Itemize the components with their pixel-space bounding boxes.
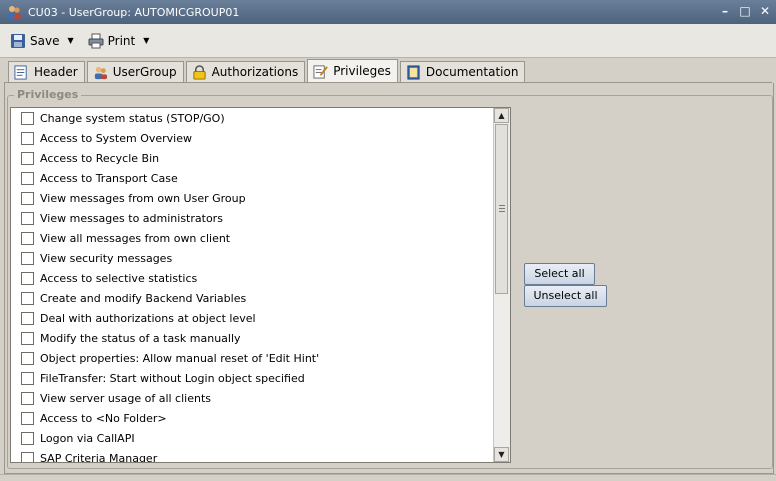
list-item[interactable]: Object properties: Allow manual reset of…	[11, 348, 495, 368]
list-item[interactable]: Modify the status of a task manually	[11, 328, 495, 348]
list-item[interactable]: Change system status (STOP/GO)	[11, 108, 495, 128]
list-item[interactable]: Create and modify Backend Variables	[11, 288, 495, 308]
print-dropdown-arrow-icon[interactable]: ▼	[143, 36, 149, 45]
privilege-label: Create and modify Backend Variables	[40, 291, 247, 305]
tab-documentation[interactable]: Documentation	[399, 61, 526, 82]
checkbox[interactable]	[21, 451, 34, 462]
list-item[interactable]: SAP Criteria Manager	[11, 448, 495, 463]
checkbox[interactable]	[21, 111, 34, 125]
tab-usergroup[interactable]: UserGroup	[86, 61, 184, 82]
checkbox[interactable]	[21, 211, 34, 225]
privilege-label: Access to Recycle Bin	[40, 151, 160, 165]
privilege-label: Access to System Overview	[40, 131, 192, 145]
toolbar: Save ▼ Print ▼	[0, 24, 776, 58]
list-item[interactable]: Access to selective statistics	[11, 268, 495, 288]
checkbox[interactable]	[21, 311, 34, 325]
privilege-label: View messages to administrators	[40, 211, 223, 225]
checkbox[interactable]	[21, 371, 34, 385]
list-item[interactable]: FileTransfer: Start without Login object…	[11, 368, 495, 388]
list-item[interactable]: View messages to administrators	[11, 208, 495, 228]
save-label: Save	[30, 33, 60, 48]
list-item[interactable]: Access to System Overview	[11, 128, 495, 148]
tab-documentation-label: Documentation	[425, 65, 519, 79]
scrollbar-thumb[interactable]	[495, 124, 508, 294]
tab-usergroup-label: UserGroup	[112, 65, 177, 79]
privileges-icon	[313, 64, 329, 79]
privilege-label: Deal with authorizations at object level	[40, 311, 256, 325]
list-scrollbar[interactable]: ▲ ▼	[493, 108, 510, 462]
tab-strip: Header UserGroup Authorizations Privileg…	[8, 59, 527, 82]
privilege-label: Object properties: Allow manual reset of…	[40, 351, 320, 365]
checkbox[interactable]	[21, 291, 34, 305]
tab-privileges-label: Privileges	[333, 64, 391, 78]
privilege-label: View messages from own User Group	[40, 191, 246, 205]
privilege-label: Access to Transport Case	[40, 171, 178, 185]
list-item[interactable]: View security messages	[11, 248, 495, 268]
privilege-label: FileTransfer: Start without Login object…	[40, 371, 305, 385]
list-item[interactable]: Deal with authorizations at object level	[11, 308, 495, 328]
checkbox[interactable]	[21, 151, 34, 165]
tab-authorizations-label: Authorizations	[211, 65, 299, 79]
print-button[interactable]: Print ▼	[84, 30, 154, 52]
window-title: CU03 - UserGroup: AUTOMICGROUP01	[28, 5, 240, 19]
privilege-label: Access to selective statistics	[40, 271, 198, 285]
header-icon	[14, 64, 27, 80]
checkbox[interactable]	[21, 431, 34, 445]
maximize-icon[interactable]: □	[738, 4, 752, 18]
checkbox[interactable]	[21, 131, 34, 145]
tab-header[interactable]: Header	[8, 61, 85, 82]
save-dropdown-arrow-icon[interactable]: ▼	[67, 36, 73, 45]
unselect-all-button[interactable]: Unselect all	[524, 285, 607, 307]
privilege-label: Change system status (STOP/GO)	[40, 111, 225, 125]
usergroup-app-icon	[8, 6, 21, 19]
checkbox[interactable]	[21, 331, 34, 345]
scroll-up-arrow-icon[interactable]: ▲	[494, 108, 509, 123]
checkbox[interactable]	[21, 411, 34, 425]
tab-privileges[interactable]: Privileges	[307, 59, 398, 82]
floppy-disk-icon	[11, 33, 25, 48]
print-label: Print	[107, 33, 136, 48]
checkbox[interactable]	[21, 391, 34, 405]
list-item[interactable]: View server usage of all clients	[11, 388, 495, 408]
privilege-label: View all messages from own client	[40, 231, 231, 245]
checkbox[interactable]	[21, 271, 34, 285]
privilege-label: SAP Criteria Manager	[40, 451, 158, 463]
checkbox[interactable]	[21, 231, 34, 245]
checkbox[interactable]	[21, 171, 34, 185]
checkbox[interactable]	[21, 351, 34, 365]
save-button[interactable]: Save ▼	[6, 30, 78, 52]
grip-icon	[499, 205, 505, 214]
list-item[interactable]: Access to Recycle Bin	[11, 148, 495, 168]
privilege-label: Modify the status of a task manually	[40, 331, 241, 345]
list-item[interactable]: Access to Transport Case	[11, 168, 495, 188]
list-item[interactable]: View all messages from own client	[11, 228, 495, 248]
privilege-label: View security messages	[40, 251, 173, 265]
privilege-label: Logon via CallAPI	[40, 431, 135, 445]
list-item[interactable]: View messages from own User Group	[11, 188, 495, 208]
list-item[interactable]: Access to <No Folder>	[11, 408, 495, 428]
title-bar: CU03 - UserGroup: AUTOMICGROUP01 – □ ✕	[0, 0, 776, 24]
list-item[interactable]: Logon via CallAPI	[11, 428, 495, 448]
minimize-icon[interactable]: –	[718, 4, 732, 18]
printer-icon	[88, 33, 104, 48]
checkbox[interactable]	[21, 191, 34, 205]
tab-authorizations[interactable]: Authorizations	[185, 61, 306, 82]
usergroup-icon	[94, 66, 107, 79]
privilege-label: Access to <No Folder>	[40, 411, 167, 425]
lock-icon	[193, 64, 206, 80]
select-all-button[interactable]: Select all	[524, 263, 595, 285]
privileges-list[interactable]: Change system status (STOP/GO) Access to…	[10, 107, 511, 463]
privileges-group-label: Privileges	[14, 88, 82, 101]
tab-header-label: Header	[34, 65, 78, 79]
privilege-label: View server usage of all clients	[40, 391, 211, 405]
book-icon	[407, 64, 420, 80]
scroll-down-arrow-icon[interactable]: ▼	[494, 447, 509, 462]
close-icon[interactable]: ✕	[758, 4, 772, 18]
checkbox[interactable]	[21, 251, 34, 265]
